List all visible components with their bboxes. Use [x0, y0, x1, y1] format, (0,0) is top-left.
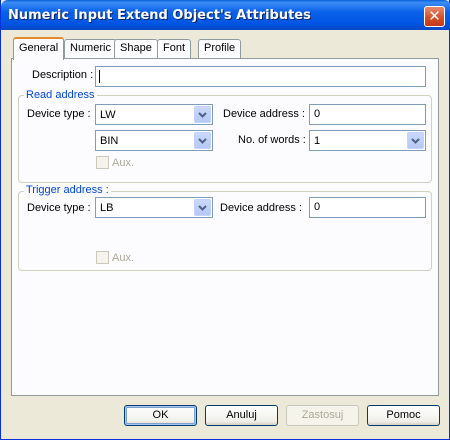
- trigger-device-type-value: LB: [100, 202, 114, 214]
- read-format-value: BIN: [100, 135, 119, 147]
- chevron-down-icon[interactable]: [194, 199, 211, 216]
- trigger-device-type-label: Device type :: [27, 202, 91, 214]
- read-aux-checkbox[interactable]: [96, 156, 109, 169]
- read-device-type-select[interactable]: LW: [95, 104, 213, 125]
- tab-shape[interactable]: Shape: [114, 39, 158, 58]
- tab-font[interactable]: Font: [157, 39, 192, 58]
- apply-button[interactable]: Zastosuj: [286, 405, 359, 426]
- tab-profile-label: Profile: [204, 42, 236, 54]
- read-address-title: Read address: [24, 89, 97, 102]
- dialog-window: Numeric Input Extend Object's Attributes…: [0, 0, 450, 440]
- tab-general[interactable]: General: [13, 37, 65, 60]
- read-aux-label: Aux.: [112, 157, 135, 169]
- trigger-device-address-value: 0: [314, 201, 321, 213]
- tab-profile[interactable]: Profile: [198, 39, 242, 58]
- close-button[interactable]: ✕: [424, 6, 445, 27]
- help-button[interactable]: Pomoc: [367, 405, 440, 426]
- read-device-address-input[interactable]: 0: [309, 104, 426, 125]
- no-of-words-select[interactable]: 1: [309, 130, 426, 151]
- text-caret: [99, 70, 100, 83]
- title-bar[interactable]: Numeric Input Extend Object's Attributes…: [1, 0, 450, 30]
- tab-font-label: Font: [163, 42, 186, 54]
- read-device-address-label: Device address :: [223, 108, 305, 120]
- cancel-button[interactable]: Anuluj: [205, 405, 278, 426]
- read-device-address-value: 0: [314, 108, 321, 120]
- general-tab-panel: Description : Read address Device type :…: [11, 58, 439, 396]
- ok-button[interactable]: OK: [124, 405, 197, 426]
- trigger-device-address-input[interactable]: 0: [309, 197, 426, 218]
- tab-shape-label: Shape: [120, 42, 152, 54]
- read-device-type-value: LW: [100, 109, 116, 121]
- description-input[interactable]: [95, 66, 426, 87]
- window-title: Numeric Input Extend Object's Attributes: [8, 8, 311, 23]
- trigger-device-address-label: Device address :: [220, 202, 302, 214]
- chevron-down-icon[interactable]: [194, 132, 211, 149]
- chevron-down-icon[interactable]: [407, 132, 424, 149]
- trigger-address-title: Trigger address :: [24, 184, 111, 197]
- read-format-select[interactable]: BIN: [95, 130, 213, 151]
- description-label: Description :: [32, 69, 94, 81]
- tab-numeric-label: Numeric: [70, 42, 111, 54]
- trigger-aux-label: Aux.: [112, 252, 135, 264]
- tab-numeric[interactable]: Numeric: [64, 39, 117, 58]
- close-icon: ✕: [428, 7, 441, 25]
- read-device-type-label: Device type :: [27, 108, 91, 120]
- trigger-aux-checkbox[interactable]: [96, 251, 109, 264]
- no-of-words-label: No. of words :: [238, 134, 306, 146]
- no-of-words-value: 1: [314, 135, 321, 147]
- trigger-device-type-select[interactable]: LB: [95, 197, 213, 218]
- chevron-down-icon[interactable]: [194, 106, 211, 123]
- tab-general-label: General: [19, 42, 59, 54]
